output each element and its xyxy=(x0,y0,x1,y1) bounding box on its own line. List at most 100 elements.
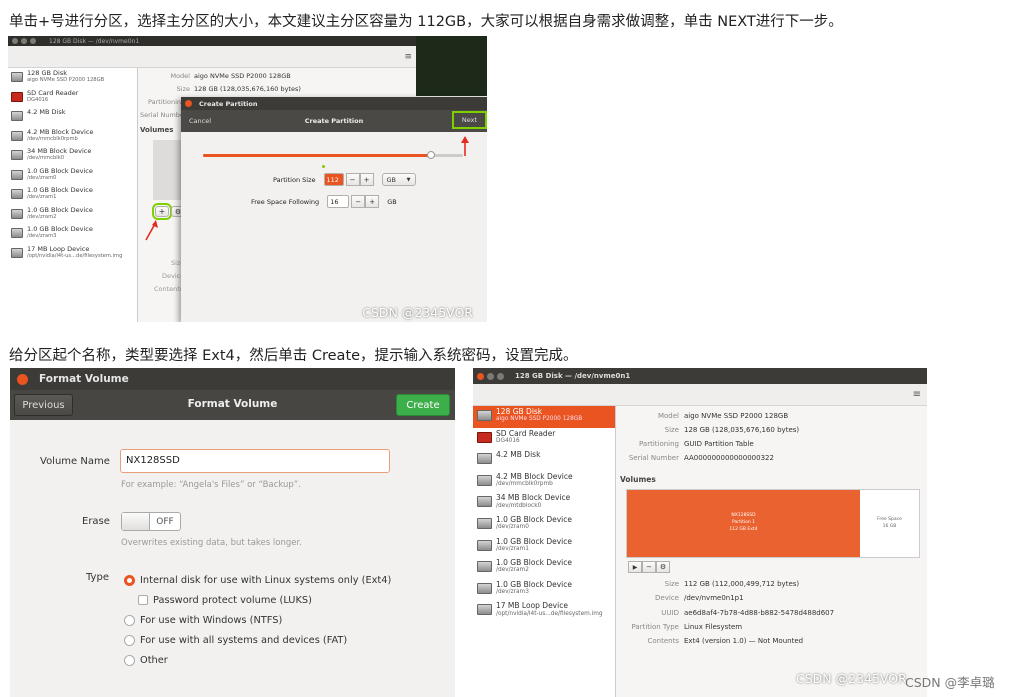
device-subtitle: /dev/zram2 xyxy=(27,213,57,220)
device-item[interactable]: 1.0 GB Block Device/dev/zram2 xyxy=(8,205,137,225)
device-subtitle: /opt/nvidia/l4t-us...de/filesystem.img xyxy=(496,610,603,617)
free-space-block[interactable]: Free Space 16 GB xyxy=(860,490,919,557)
device-subtitle: /dev/zram0 xyxy=(496,524,529,531)
watermark: CSDN @2345VOR xyxy=(796,671,907,686)
partitioning-label: Partitioning xyxy=(148,98,186,106)
radio-icon[interactable] xyxy=(124,634,135,646)
device-item[interactable]: SD Card Reader DG4016 xyxy=(8,88,137,108)
create-button[interactable]: Create xyxy=(396,394,450,416)
drive-icon xyxy=(477,561,492,573)
free-space-input[interactable]: 16 xyxy=(327,195,350,208)
mount-button[interactable]: ▶ xyxy=(628,561,642,573)
drive-icon xyxy=(11,228,23,238)
drive-icon xyxy=(477,453,492,465)
dialog-titlebar: Format Volume xyxy=(10,368,455,390)
radio-icon[interactable] xyxy=(124,654,135,666)
device-name: 1.0 GB Block Device xyxy=(27,205,93,214)
close-icon[interactable] xyxy=(477,372,484,380)
device-item[interactable]: 1.0 GB Block Device/dev/zram1 xyxy=(473,536,615,558)
device-sidebar: 128 GB Disk aigo NVMe SSD P2000 128GB SD C… xyxy=(8,68,138,322)
unit-dropdown[interactable]: GB ▼ xyxy=(381,173,416,186)
device-item[interactable]: 4.2 MB Block Device/dev/mmcblk0rpmb xyxy=(8,127,137,147)
close-icon[interactable] xyxy=(12,38,18,44)
size-decrement-button[interactable]: − xyxy=(345,173,360,186)
partition-block[interactable]: NX128SSD Partition 1 112 GB Ext4 xyxy=(627,490,860,557)
device-item[interactable]: 34 MB Block Device/dev/mmcblk0 xyxy=(8,146,137,166)
delete-partition-button[interactable]: − xyxy=(642,561,656,573)
partition-size-input[interactable]: 112 xyxy=(323,173,344,186)
device-subtitle: aigo NVMe SSD P2000 128GB xyxy=(496,416,583,423)
dialog-close-icon[interactable] xyxy=(185,100,192,107)
minimize-icon[interactable] xyxy=(487,372,494,380)
drive-icon xyxy=(11,72,23,82)
device-item[interactable]: 1.0 GB Block Device/dev/zram0 xyxy=(8,166,137,186)
drive-icon xyxy=(11,111,23,121)
checkbox-icon[interactable] xyxy=(138,595,148,605)
device-item[interactable]: 1.0 GB Block Device/dev/zram3 xyxy=(473,579,615,601)
size-slider[interactable] xyxy=(203,151,463,159)
serial-label: Serial Number xyxy=(140,111,187,119)
device-item[interactable]: 4.2 MB Disk xyxy=(8,107,137,127)
device-subtitle: /dev/zram3 xyxy=(27,233,57,240)
device-name: 1.0 GB Block Device xyxy=(496,514,572,524)
device-item[interactable]: 128 GB Disk aigo NVMe SSD P2000 128GB xyxy=(8,68,137,88)
contents-field-label: Contents xyxy=(154,285,184,293)
caption-step2: 给分区起个名称，类型要选择 Ext4，然后单击 Create，提示输入系统密码，… xyxy=(9,348,578,364)
settings-icon[interactable]: ⚙ xyxy=(656,561,670,573)
device-name: 17 MB Loop Device xyxy=(27,244,90,253)
maximize-icon[interactable] xyxy=(497,372,504,380)
drive-icon xyxy=(11,247,23,258)
device-subtitle: /dev/zram2 xyxy=(496,567,529,574)
erase-hint: Overwrites existing data, but takes long… xyxy=(121,538,302,548)
radio-icon[interactable] xyxy=(124,614,135,626)
type-radio-option[interactable]: Other xyxy=(124,650,391,670)
next-button[interactable]: Next xyxy=(451,111,487,129)
drive-icon xyxy=(11,130,23,141)
close-icon[interactable] xyxy=(17,373,28,385)
header-bar: ≡ xyxy=(473,384,927,406)
volume-name-input[interactable]: NX128SSD xyxy=(120,449,390,473)
device-item[interactable]: 4.2 MB Disk xyxy=(473,449,615,471)
maximize-icon[interactable] xyxy=(30,38,36,44)
type-radio-option[interactable]: Internal disk for use with Linux systems… xyxy=(124,570,391,590)
slider-handle[interactable] xyxy=(426,151,435,159)
device-name: 1.0 GB Block Device xyxy=(27,186,93,194)
type-radio-option[interactable]: For use with all systems and devices (FA… xyxy=(124,630,391,650)
option-label: Password protect volume (LUKS) xyxy=(153,594,312,606)
dialog-titlebar: Create Partition xyxy=(181,97,487,110)
device-item[interactable]: 4.2 MB Block Device/dev/mmcblk0rpmb xyxy=(473,471,615,493)
drive-icon xyxy=(477,517,492,529)
sd-card-icon xyxy=(477,431,492,443)
device-item[interactable]: 1.0 GB Block Device/dev/zram3 xyxy=(8,224,137,244)
minimize-icon[interactable] xyxy=(21,38,27,44)
radio-icon[interactable] xyxy=(124,574,135,586)
device-name: SD Card Reader xyxy=(496,428,556,438)
device-subtitle: /dev/zram1 xyxy=(496,545,529,552)
device-item[interactable]: SD Card Reader DG4016 xyxy=(473,428,615,450)
device-item[interactable]: 34 MB Block Device/dev/mtdblock0 xyxy=(473,492,615,514)
device-item[interactable]: 17 MB Loop Device/opt/nvidia/l4t-us...de… xyxy=(473,600,615,622)
device-item[interactable]: 128 GB Disk aigo NVMe SSD P2000 128GB xyxy=(473,406,615,428)
device-name: 1.0 GB Block Device xyxy=(27,225,93,233)
drive-icon xyxy=(477,604,492,616)
device-name: 1.0 GB Block Device xyxy=(496,579,572,589)
device-item[interactable]: 1.0 GB Block Device/dev/zram1 xyxy=(8,185,137,205)
add-partition-button[interactable]: + xyxy=(152,203,172,220)
erase-toggle[interactable]: OFF xyxy=(121,512,181,531)
device-item[interactable]: 1.0 GB Block Device/dev/zram0 xyxy=(473,514,615,536)
device-subtitle: aigo NVMe SSD P2000 128GB xyxy=(27,77,105,84)
size-increment-button[interactable]: + xyxy=(359,173,374,186)
device-item[interactable]: 1.0 GB Block Device/dev/zram2 xyxy=(473,557,615,579)
model-row: Model aigo NVMe SSD P2000 128GB xyxy=(170,72,291,80)
drive-icon xyxy=(477,410,492,421)
free-decrement-button[interactable]: − xyxy=(351,195,366,208)
dialog-headerbar: Previous Format Volume Create xyxy=(10,390,455,420)
free-increment-button[interactable]: + xyxy=(365,195,380,208)
menu-icon[interactable]: ≡ xyxy=(913,389,921,400)
device-subtitle: /dev/mmcblk0 xyxy=(27,155,65,162)
luks-checkbox-option[interactable]: Password protect volume (LUKS) xyxy=(138,590,391,610)
menu-icon[interactable]: ≡ xyxy=(404,52,412,62)
device-item[interactable]: 17 MB Loop Device/opt/nvidia/l4t-us...de… xyxy=(8,244,137,264)
device-subtitle: DG4016 xyxy=(496,437,520,444)
type-radio-option[interactable]: For use with Windows (NTFS) xyxy=(124,610,391,630)
